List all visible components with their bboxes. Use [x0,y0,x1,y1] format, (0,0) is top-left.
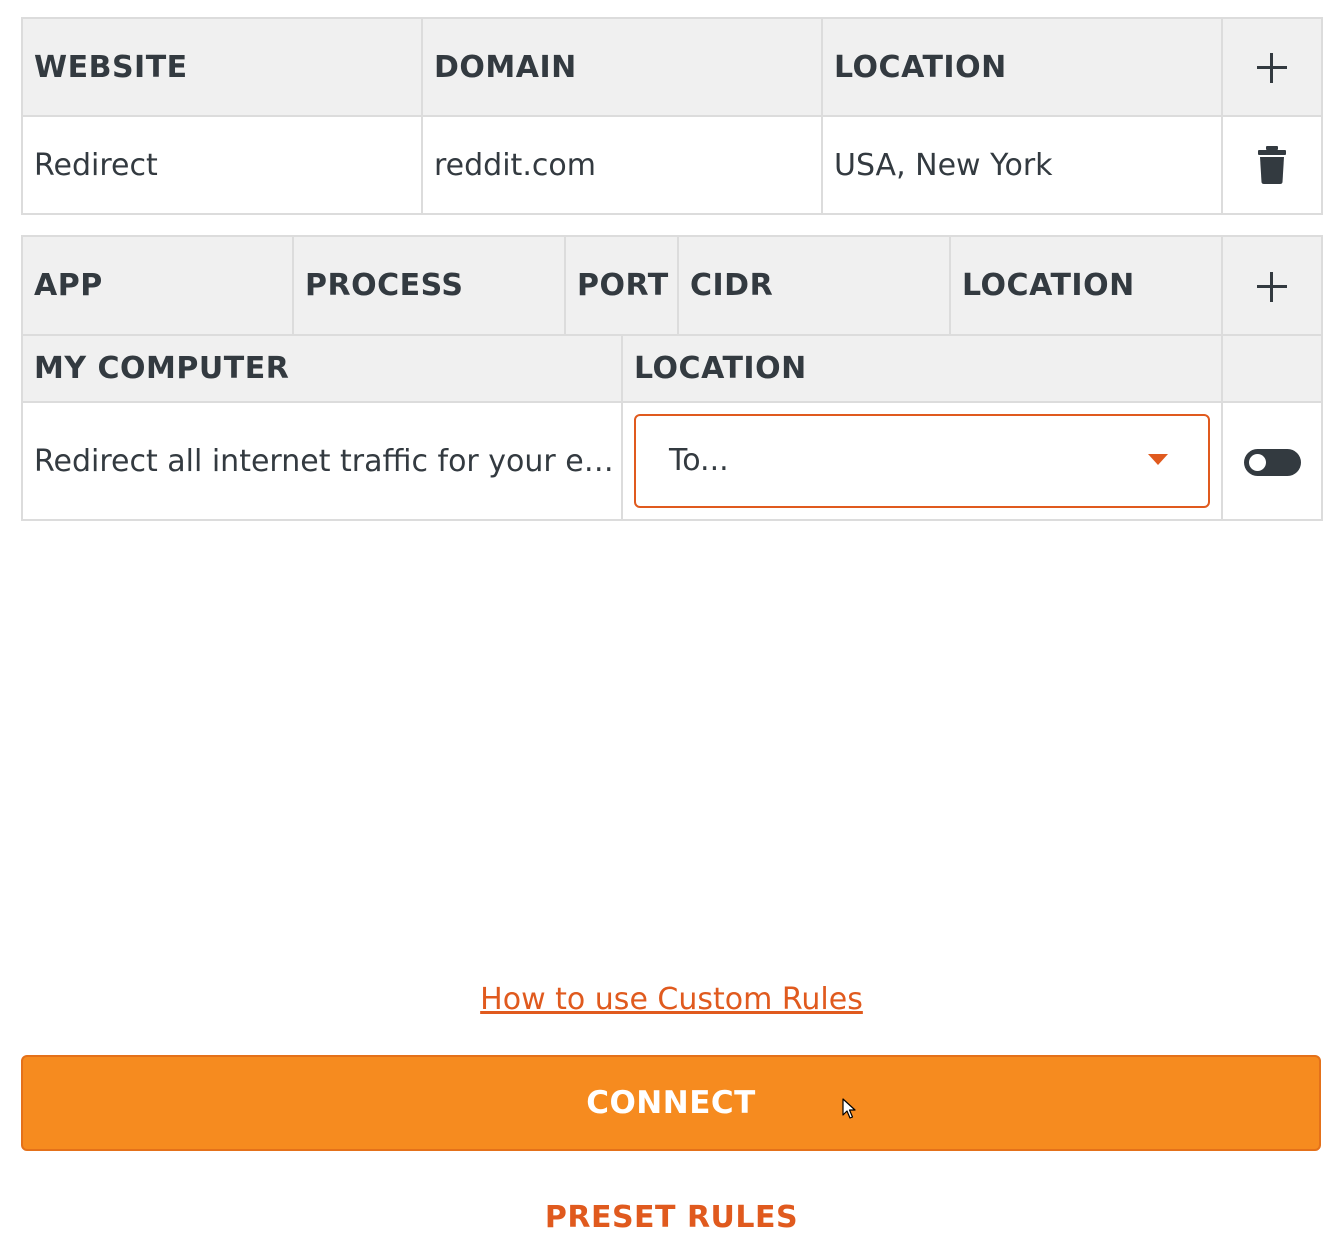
port-column-header: PORT [564,235,679,336]
my-computer-column-header: MY COMPUTER [21,334,623,403]
website-rules-header: WEBSITE DOMAIN LOCATION [21,17,1323,117]
location-select-value: To... [669,443,729,478]
delete-rule-button[interactable] [1221,115,1323,215]
location-select-cell: To... [621,401,1223,521]
connect-button[interactable]: CONNECT [21,1055,1321,1151]
custom-rules-page: WEBSITE DOMAIN LOCATION Redirect reddit.… [0,0,1343,1252]
chevron-down-icon [1148,454,1168,465]
toggle-knob [1248,453,1266,471]
location-cell: USA, New York [821,115,1223,215]
app-rules-table: APP PROCESS PORT CIDR LOCATION [21,235,1323,336]
app-column-header: APP [21,235,294,336]
domain-column-header: DOMAIN [421,17,823,117]
how-to-use-custom-rules-link[interactable]: How to use Custom Rules [480,982,863,1017]
computer-location-column-header: LOCATION [621,334,1223,403]
computer-rule-description: Redirect all internet traffic for your e… [21,401,623,521]
cidr-column-header: CIDR [677,235,951,336]
trash-icon[interactable] [1258,146,1286,184]
location-select[interactable]: To... [634,414,1210,508]
preset-rules-button[interactable]: PRESET RULES [0,1200,1343,1235]
computer-rules-table: MY COMPUTER LOCATION Redirect all intern… [21,334,1323,521]
computer-rules-header: MY COMPUTER LOCATION [21,334,1323,403]
website-cell: Redirect [21,115,423,215]
empty-header-cell [1221,334,1323,403]
add-website-rule-button[interactable] [1221,17,1323,117]
app-location-column-header: LOCATION [949,235,1223,336]
toggle-cell [1221,401,1323,521]
help-link-container: How to use Custom Rules [0,982,1343,1017]
domain-cell: reddit.com [421,115,823,215]
website-column-header: WEBSITE [21,17,423,117]
add-app-rule-button[interactable] [1221,235,1323,336]
computer-rule-toggle[interactable] [1243,448,1301,476]
plus-icon[interactable] [1257,271,1287,302]
plus-icon[interactable] [1257,53,1287,83]
table-row: Redirect all internet traffic for your e… [21,401,1323,521]
location-column-header: LOCATION [821,17,1223,117]
app-rules-header: APP PROCESS PORT CIDR LOCATION [21,235,1323,336]
website-rules-table: WEBSITE DOMAIN LOCATION Redirect reddit.… [21,17,1323,215]
table-row: Redirect reddit.com USA, New York [21,115,1323,215]
process-column-header: PROCESS [292,235,566,336]
